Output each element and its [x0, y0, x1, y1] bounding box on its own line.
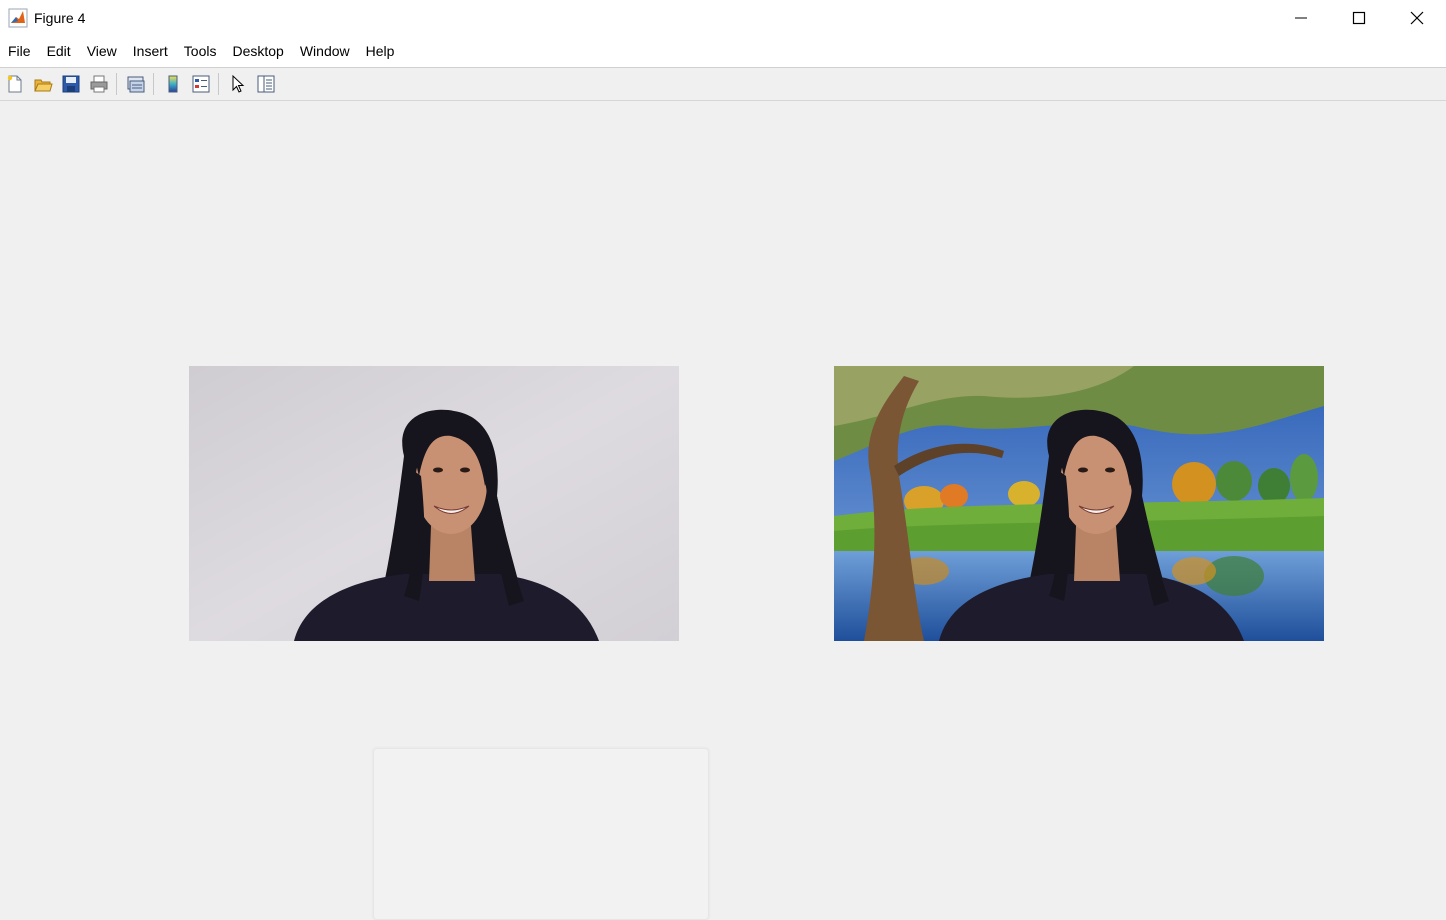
menu-insert[interactable]: Insert: [125, 36, 176, 67]
open-file-button[interactable]: [30, 71, 56, 97]
maximize-icon: [1352, 11, 1366, 25]
print-button[interactable]: [86, 71, 112, 97]
menu-view[interactable]: View: [79, 36, 125, 67]
menu-edit[interactable]: Edit: [39, 36, 79, 67]
insert-colorbar-button[interactable]: [160, 71, 186, 97]
toolbar-separator: [218, 73, 219, 95]
link-plot-button[interactable]: [123, 71, 149, 97]
property-inspector-button[interactable]: [253, 71, 279, 97]
new-figure-button[interactable]: [2, 71, 28, 97]
menu-desktop[interactable]: Desktop: [224, 36, 291, 67]
menu-file[interactable]: File: [0, 36, 39, 67]
matlab-icon: [8, 8, 28, 28]
property-inspector-icon: [257, 75, 275, 93]
title-bar: Figure 4: [0, 0, 1446, 36]
empty-panel: [373, 748, 709, 920]
save-icon: [62, 75, 80, 93]
menu-window[interactable]: Window: [292, 36, 358, 67]
original-image: [189, 366, 679, 641]
composited-image: [834, 366, 1324, 641]
edit-plot-button[interactable]: [225, 71, 251, 97]
save-button[interactable]: [58, 71, 84, 97]
insert-legend-icon: [192, 75, 210, 93]
insert-legend-button[interactable]: [188, 71, 214, 97]
edit-plot-icon: [232, 74, 245, 93]
figure-toolbar: [0, 68, 1446, 101]
menu-bar: File Edit View Insert Tools Desktop Wind…: [0, 36, 1446, 68]
close-button[interactable]: [1388, 0, 1446, 36]
minimize-icon: [1295, 17, 1307, 19]
insert-colorbar-icon: [168, 75, 178, 93]
toolbar-separator: [153, 73, 154, 95]
maximize-button[interactable]: [1330, 0, 1388, 36]
minimize-button[interactable]: [1272, 0, 1330, 36]
window-title: Figure 4: [34, 10, 86, 26]
print-icon: [90, 75, 108, 93]
composited-image-picture: [834, 366, 1324, 641]
new-figure-icon: [7, 75, 22, 93]
toolbar-separator: [116, 73, 117, 95]
link-plot-icon: [127, 76, 145, 93]
menu-tools[interactable]: Tools: [176, 36, 225, 67]
close-icon: [1410, 11, 1424, 25]
original-image-picture: [189, 366, 679, 641]
menu-help[interactable]: Help: [358, 36, 403, 67]
open-file-icon: [34, 79, 53, 92]
